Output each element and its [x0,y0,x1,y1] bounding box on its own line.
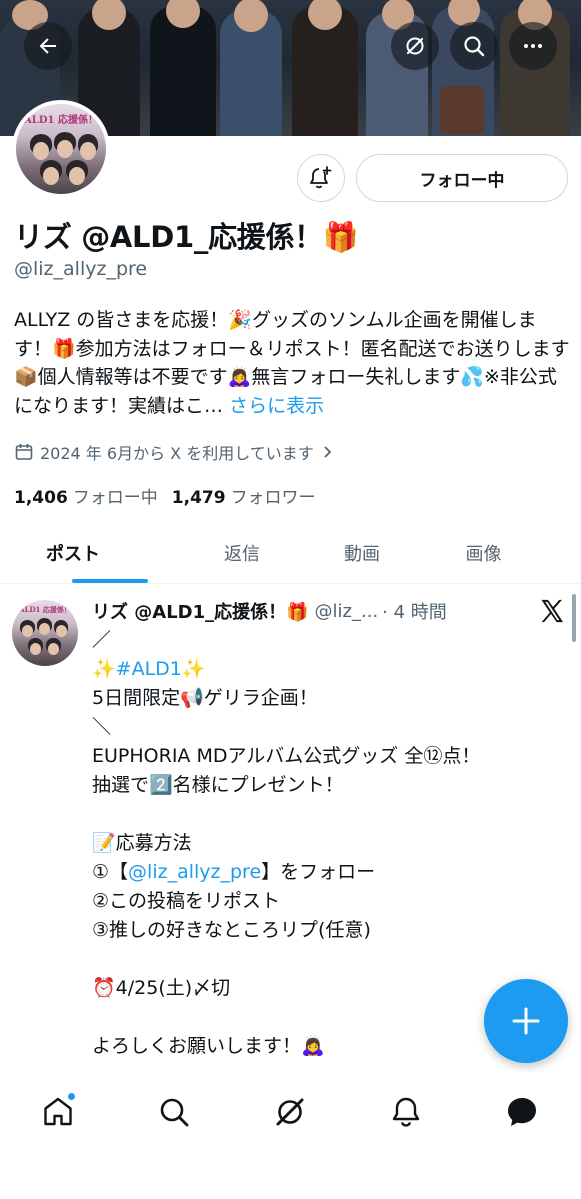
nav-notifications[interactable] [386,1092,426,1132]
grok-icon [276,1098,304,1126]
post-author-avatar[interactable]: ALD1 応援係！ [12,600,78,666]
followers-count-link[interactable]: 1,479 フォロワー [172,483,316,508]
follow-counts: 1,406 フォロー中 1,479 フォロワー [14,483,316,508]
notification-subscribe-button[interactable] [297,154,345,202]
following-count-link[interactable]: 1,406 フォロー中 [14,483,158,508]
tab-videos[interactable]: 動画 [338,522,386,583]
nav-grok[interactable] [270,1092,310,1132]
tab-media[interactable]: 画像 [386,522,581,583]
home-indicator [170,1179,411,1185]
scrollbar[interactable] [572,594,576,642]
joined-date: 2024 年 6月から X を利用しています [14,440,334,464]
profile-tabs: ポスト 返信 動画 画像 [0,522,581,584]
home-unread-dot [67,1092,76,1101]
avatar-logo-text: ALD1 応援係！ [19,605,71,615]
nav-messages[interactable] [502,1092,542,1132]
more-button[interactable] [509,22,557,70]
search-button[interactable] [450,22,498,70]
avatar-logo-text: ALD1 応援係！ [24,115,98,127]
compose-button[interactable] [484,979,568,1063]
profile-bio: ALLYZ の皆さまを応援！🎉グッズのソンムル企画を開催します！🎁参加方法はフォ… [14,306,574,420]
post-author-handle[interactable]: @liz_... [315,601,379,622]
mention-link[interactable]: @liz_allyz_pre [128,861,261,883]
grok-button[interactable] [391,22,439,70]
post-timestamp[interactable]: · 4 時間 [382,598,447,624]
plus-icon [512,1007,540,1035]
search-icon [160,1098,189,1127]
nav-search[interactable] [154,1092,194,1132]
active-tab-indicator [72,579,148,583]
search-icon [464,36,485,57]
nav-home[interactable] [38,1092,78,1132]
post-header: リズ @ALD1_応援係！🎁 @liz_... · 4 時間 [92,598,562,624]
following-button[interactable]: フォロー中 [356,154,568,202]
notifications-icon [392,1097,420,1127]
tab-replies[interactable]: 返信 [146,522,338,583]
profile-avatar[interactable]: ALD1 応援係！ [12,100,110,198]
back-button[interactable] [24,22,72,70]
show-more-link[interactable]: さらに表示 [229,395,324,417]
post-author-name[interactable]: リズ @ALD1_応援係！🎁 [92,598,309,624]
grok-icon [406,37,424,55]
notification-bell-plus-icon [310,166,332,189]
joined-text: 2024 年 6月から X を利用しています [40,444,314,463]
profile-display-name: リズ @ALD1_応援係！🎁 [14,220,359,254]
calendar-icon [15,444,33,460]
profile-handle: @liz_allyz_pre [14,258,148,280]
bottom-navigation [0,1072,581,1152]
hashtag-link[interactable]: #ALD1 [116,658,182,680]
messages-icon [508,1098,536,1126]
tab-posts[interactable]: ポスト [0,522,148,583]
back-arrow-icon [39,38,56,54]
more-icon [524,44,542,48]
x-logo-icon [541,599,564,623]
chevron-right-icon[interactable] [320,445,334,459]
